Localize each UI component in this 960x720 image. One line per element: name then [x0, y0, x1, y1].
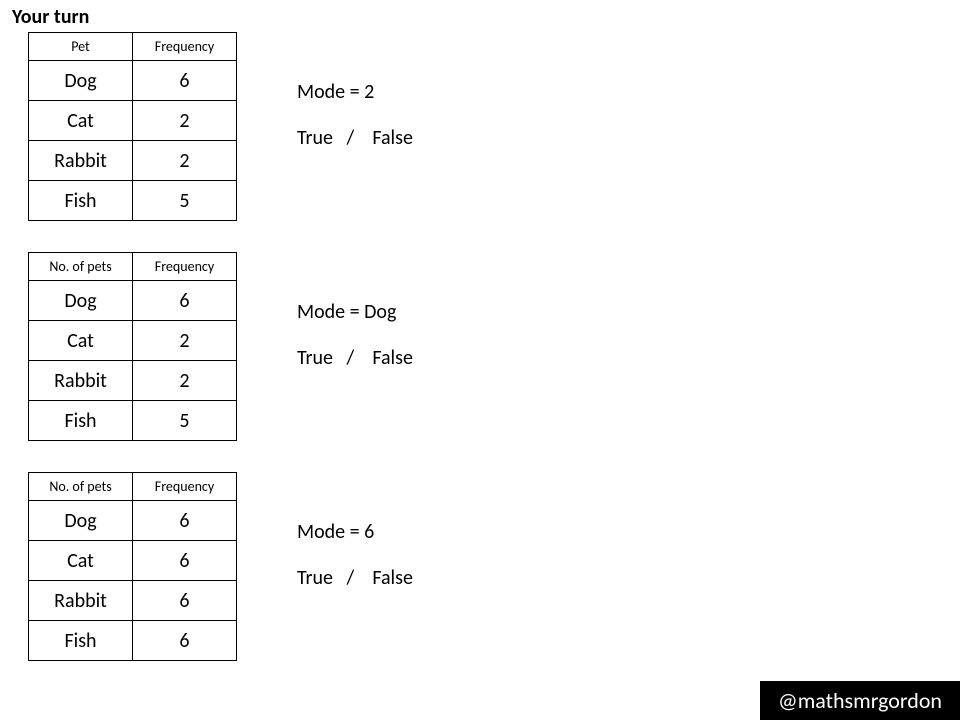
mode-statement: Mode = 6 [297, 520, 413, 544]
table-cell: Fish [29, 401, 133, 441]
table-row: Cat6 [29, 541, 237, 581]
table-cell: 5 [133, 401, 237, 441]
table-row: Rabbit2 [29, 361, 237, 401]
table-cell: Cat [29, 101, 133, 141]
table-cell: 6 [133, 541, 237, 581]
table-cell: Dog [29, 281, 133, 321]
frequency-table-2: No. of pets Frequency Dog6 Cat2 Rabbit2 … [28, 252, 237, 441]
table-cell: Rabbit [29, 141, 133, 181]
true-false-prompt: True / False [297, 566, 413, 590]
table-row: Fish5 [29, 401, 237, 441]
mode-statement: Mode = 2 [297, 80, 413, 104]
table-cell: 2 [133, 141, 237, 181]
table-row: Cat2 [29, 321, 237, 361]
question-block-1: Pet Frequency Dog6 Cat2 Rabbit2 Fish5 Mo… [28, 32, 413, 221]
mode-statement: Mode = Dog [297, 300, 413, 324]
table-row: Rabbit6 [29, 581, 237, 621]
table-header: Pet [29, 33, 133, 61]
table-cell: 6 [133, 501, 237, 541]
table-cell: 2 [133, 321, 237, 361]
table-row: Fish6 [29, 621, 237, 661]
table-cell: Dog [29, 501, 133, 541]
table-cell: 5 [133, 181, 237, 221]
table-row: Dog6 [29, 281, 237, 321]
table-cell: Rabbit [29, 581, 133, 621]
table-cell: Cat [29, 541, 133, 581]
table-header: No. of pets [29, 253, 133, 281]
table-cell: Dog [29, 61, 133, 101]
table-cell: Fish [29, 181, 133, 221]
table-cell: Rabbit [29, 361, 133, 401]
author-handle: @mathsmrgordon [760, 681, 960, 720]
table-header: Frequency [133, 33, 237, 61]
table-cell: 2 [133, 101, 237, 141]
question-side-3: Mode = 6 True / False [297, 472, 413, 590]
table-row: Rabbit2 [29, 141, 237, 181]
table-header-row: No. of pets Frequency [29, 473, 237, 501]
true-false-prompt: True / False [297, 346, 413, 370]
question-block-2: No. of pets Frequency Dog6 Cat2 Rabbit2 … [28, 252, 413, 441]
table-row: Cat2 [29, 101, 237, 141]
table-row: Fish5 [29, 181, 237, 221]
page-title: Your turn [12, 5, 89, 29]
table-row: Dog6 [29, 61, 237, 101]
table-cell: Fish [29, 621, 133, 661]
table-cell: 6 [133, 281, 237, 321]
table-cell: 6 [133, 61, 237, 101]
table-cell: 6 [133, 581, 237, 621]
table-header: No. of pets [29, 473, 133, 501]
question-side-1: Mode = 2 True / False [297, 32, 413, 150]
question-block-3: No. of pets Frequency Dog6 Cat6 Rabbit6 … [28, 472, 413, 661]
table-header: Frequency [133, 473, 237, 501]
table-cell: 6 [133, 621, 237, 661]
table-header: Frequency [133, 253, 237, 281]
frequency-table-3: No. of pets Frequency Dog6 Cat6 Rabbit6 … [28, 472, 237, 661]
table-cell: Cat [29, 321, 133, 361]
table-row: Dog6 [29, 501, 237, 541]
table-header-row: No. of pets Frequency [29, 253, 237, 281]
frequency-table-1: Pet Frequency Dog6 Cat2 Rabbit2 Fish5 [28, 32, 237, 221]
table-header-row: Pet Frequency [29, 33, 237, 61]
table-cell: 2 [133, 361, 237, 401]
question-side-2: Mode = Dog True / False [297, 252, 413, 370]
true-false-prompt: True / False [297, 126, 413, 150]
